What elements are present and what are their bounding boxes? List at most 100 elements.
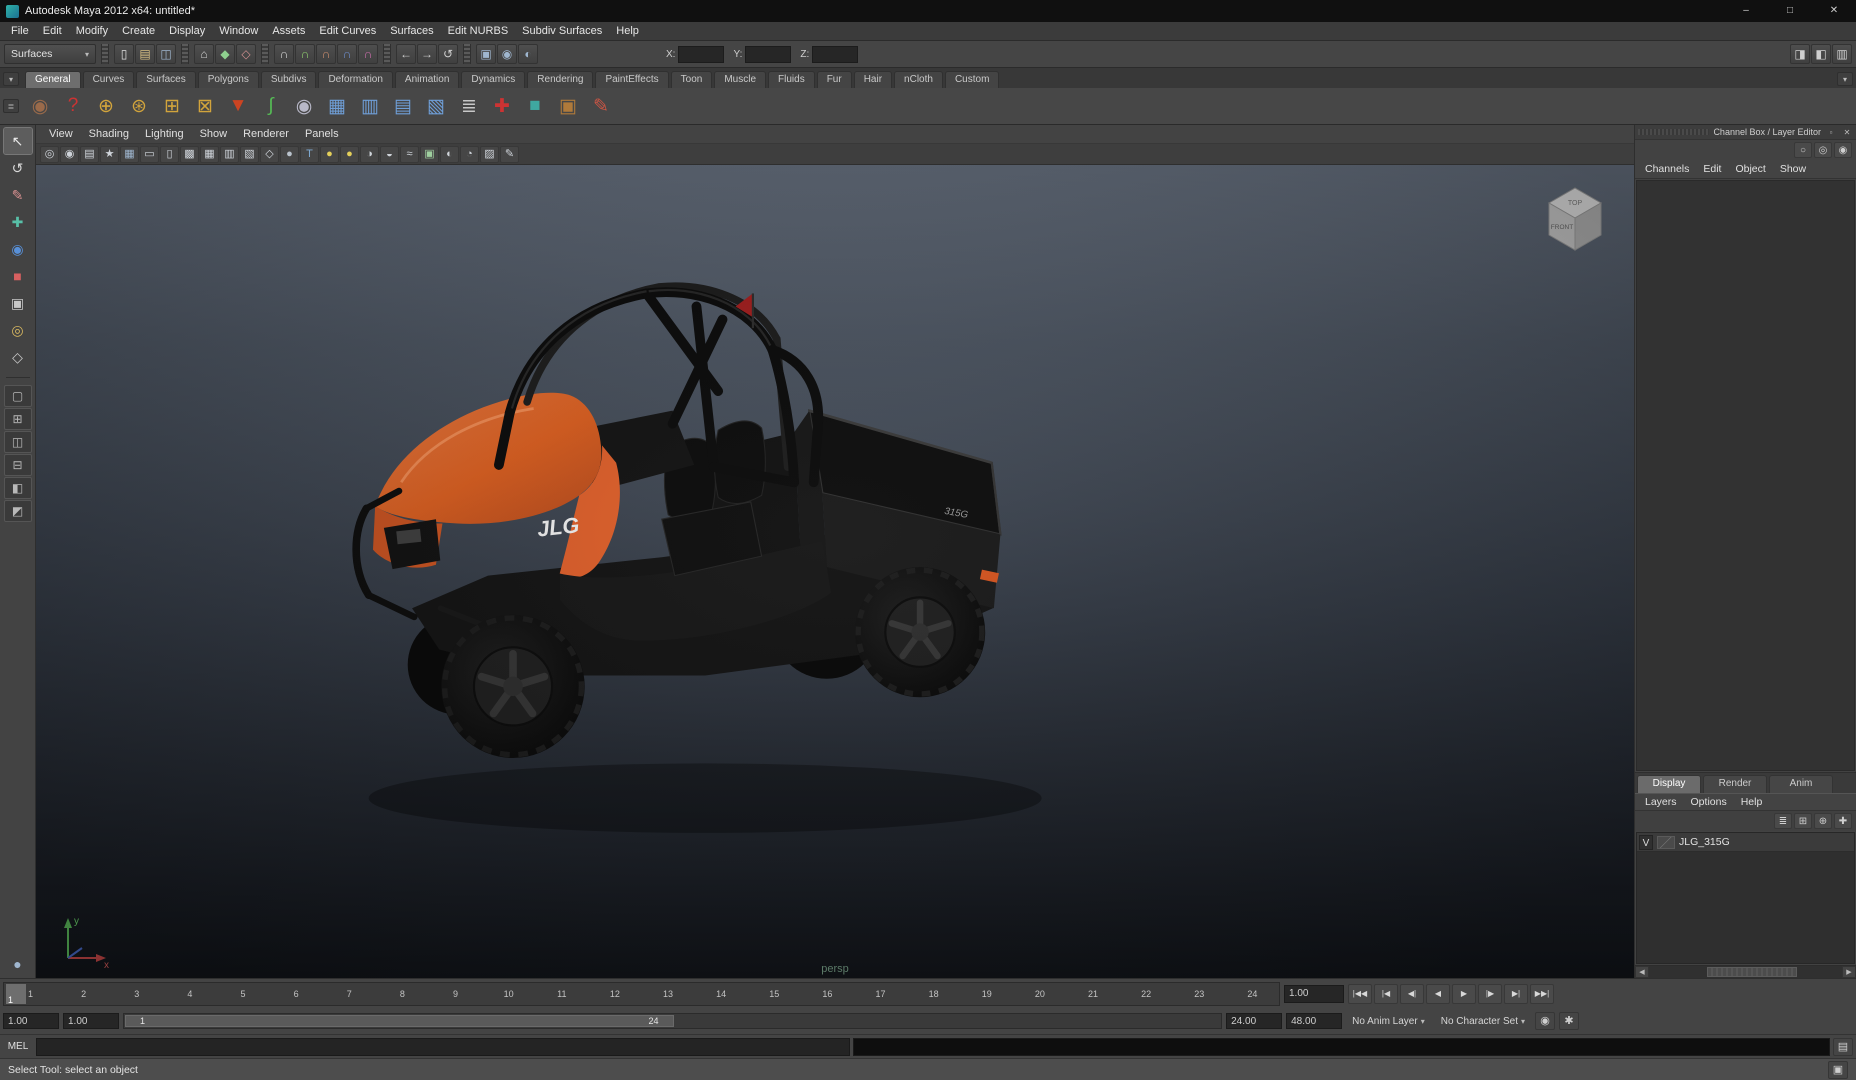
lock-camera-icon[interactable]: ◉ bbox=[60, 145, 79, 163]
current-frame-marker[interactable]: 1 bbox=[6, 983, 26, 1005]
vp-menu-panels[interactable]: Panels bbox=[298, 128, 346, 140]
shelf-tab-dynamics[interactable]: Dynamics bbox=[461, 71, 526, 88]
menu-edit-nurbs[interactable]: Edit NURBS bbox=[441, 25, 516, 37]
save-scene-icon[interactable]: ◫ bbox=[156, 44, 176, 64]
shelf-tab-polygons[interactable]: Polygons bbox=[197, 71, 259, 88]
current-time-field[interactable] bbox=[1284, 984, 1344, 1003]
go-to-end-button[interactable]: ▶▶| bbox=[1530, 983, 1554, 1004]
layer-color-swatch[interactable] bbox=[1657, 835, 1675, 849]
shelf-plane-y-icon[interactable]: ▥ bbox=[355, 91, 385, 121]
group-divider[interactable] bbox=[383, 44, 391, 64]
grease-pencil-icon[interactable]: ✎ bbox=[500, 145, 519, 163]
layout-four-pane[interactable]: ⊞ bbox=[3, 408, 32, 430]
use-default-lighting-icon[interactable]: ● bbox=[320, 145, 339, 163]
snap-point-icon[interactable]: ∩ bbox=[316, 44, 336, 64]
new-empty-layer-icon[interactable]: ⊞ bbox=[1794, 813, 1812, 829]
scroll-left-icon[interactable]: ◀ bbox=[1635, 966, 1649, 978]
manip-show-icon[interactable]: ◉ bbox=[1834, 142, 1852, 158]
select-tool[interactable]: ↖ bbox=[2, 127, 33, 155]
character-set-selector[interactable]: No Character Set ▾ bbox=[1435, 1012, 1531, 1030]
layout-single-pane[interactable]: ▢ bbox=[3, 385, 32, 407]
command-line-language-toggle[interactable]: MEL bbox=[3, 1041, 33, 1052]
shelf-cube-icon[interactable]: ■ bbox=[520, 91, 550, 121]
move-tool[interactable]: ✚ bbox=[4, 209, 32, 235]
shelf-softmod-icon[interactable]: ⊛ bbox=[124, 91, 154, 121]
group-divider[interactable] bbox=[101, 44, 109, 64]
shadows-icon[interactable]: ◑ bbox=[360, 145, 379, 163]
layout-hypershade-persp[interactable]: ◩ bbox=[3, 500, 32, 522]
vp-menu-shading[interactable]: Shading bbox=[82, 128, 136, 140]
shelf-locator-icon[interactable]: ✚ bbox=[487, 91, 517, 121]
new-scene-icon[interactable]: ▯ bbox=[114, 44, 134, 64]
shelf-help-icon[interactable]: ? bbox=[58, 91, 88, 121]
layout-persp-outliner[interactable]: ◧ bbox=[3, 477, 32, 499]
shelf-tab-painteffects[interactable]: PaintEffects bbox=[595, 71, 669, 88]
shelf-measure-icon[interactable]: ≣ bbox=[454, 91, 484, 121]
ipr-render-icon[interactable]: ◐ bbox=[518, 44, 538, 64]
animation-end-field[interactable] bbox=[1286, 1013, 1343, 1029]
manip-off-icon[interactable]: ○ bbox=[1794, 142, 1812, 158]
le-menu-options[interactable]: Options bbox=[1685, 796, 1733, 808]
use-all-lights-icon[interactable]: ● bbox=[340, 145, 359, 163]
smooth-shade-icon[interactable]: ● bbox=[280, 145, 299, 163]
shelf-renderglobe-icon[interactable]: ◉ bbox=[25, 91, 55, 121]
cb-menu-object[interactable]: Object bbox=[1729, 163, 1771, 175]
shelf-cluster-icon[interactable]: ⊕ bbox=[91, 91, 121, 121]
shelf-plane-z-icon[interactable]: ▤ bbox=[388, 91, 418, 121]
scale-tool[interactable]: ■ bbox=[4, 263, 32, 289]
open-scene-icon[interactable]: ▤ bbox=[135, 44, 155, 64]
shelf-menu-icon[interactable]: ▾ bbox=[1837, 72, 1853, 86]
film-gate-icon[interactable]: ▭ bbox=[140, 145, 159, 163]
snap-plane-icon[interactable]: ∩ bbox=[337, 44, 357, 64]
shelf-tab-rendering[interactable]: Rendering bbox=[527, 71, 594, 88]
layer-sort-icon[interactable]: ≣ bbox=[1774, 813, 1792, 829]
menu-set-selector[interactable]: Surfaces ▾ bbox=[4, 44, 96, 64]
render-current-frame-icon[interactable]: ◉ bbox=[497, 44, 517, 64]
cb-menu-channels[interactable]: Channels bbox=[1639, 163, 1695, 175]
group-divider[interactable] bbox=[181, 44, 189, 64]
shelf-plane-free-icon[interactable]: ▧ bbox=[421, 91, 451, 121]
play-backwards-button[interactable]: ◀ bbox=[1426, 983, 1450, 1004]
shelf-lattice-icon[interactable]: ⊞ bbox=[157, 91, 187, 121]
output-connections-icon[interactable]: → bbox=[417, 44, 437, 64]
manip-hidden-icon[interactable]: ◎ bbox=[1814, 142, 1832, 158]
command-line-result[interactable] bbox=[853, 1037, 1830, 1056]
safe-action-icon[interactable]: ▥ bbox=[220, 145, 239, 163]
maximize-button[interactable]: □ bbox=[1768, 0, 1812, 22]
menu-assets[interactable]: Assets bbox=[265, 25, 312, 37]
attribute-editor-toggle[interactable]: ◨ bbox=[1790, 44, 1810, 64]
soft-modification-tool[interactable]: ◎ bbox=[4, 317, 32, 343]
shelf-curve-icon[interactable]: ∫ bbox=[256, 91, 286, 121]
channel-box-body[interactable] bbox=[1636, 180, 1855, 771]
step-back-frame-button[interactable]: |◀ bbox=[1374, 983, 1398, 1004]
rotate-tool[interactable]: ◉ bbox=[4, 236, 32, 262]
shelf-tab-hair[interactable]: Hair bbox=[853, 71, 893, 88]
scrollbar-thumb[interactable] bbox=[1706, 967, 1797, 977]
menu-create[interactable]: Create bbox=[115, 25, 162, 37]
le-tab-anim[interactable]: Anim bbox=[1769, 775, 1833, 793]
pane-close-icon[interactable]: ✕ bbox=[1841, 128, 1853, 137]
last-used-tool[interactable]: ◇ bbox=[4, 344, 32, 370]
layout-two-pane-stacked[interactable]: ⊟ bbox=[3, 454, 32, 476]
safe-title-icon[interactable]: ▧ bbox=[240, 145, 259, 163]
field-chart-icon[interactable]: ▦ bbox=[200, 145, 219, 163]
menu-modify[interactable]: Modify bbox=[69, 25, 115, 37]
tool-settings-toggle[interactable]: ◧ bbox=[1811, 44, 1831, 64]
menu-window[interactable]: Window bbox=[212, 25, 265, 37]
shelf-tab-muscle[interactable]: Muscle bbox=[714, 71, 767, 88]
motion-blur-icon[interactable]: ≈ bbox=[400, 145, 419, 163]
close-button[interactable]: ✕ bbox=[1812, 0, 1856, 22]
construction-history-icon[interactable]: ↺ bbox=[438, 44, 458, 64]
playback-start-field[interactable] bbox=[63, 1013, 119, 1029]
playback-end-field[interactable] bbox=[1226, 1013, 1283, 1029]
y-input[interactable] bbox=[745, 45, 792, 63]
vp-menu-view[interactable]: View bbox=[42, 128, 80, 140]
input-connections-icon[interactable]: ← bbox=[396, 44, 416, 64]
z-input[interactable] bbox=[812, 45, 859, 63]
select-camera-icon[interactable]: ◎ bbox=[40, 145, 59, 163]
cb-menu-edit[interactable]: Edit bbox=[1697, 163, 1727, 175]
camera-attributes-icon[interactable]: ▤ bbox=[80, 145, 99, 163]
shelf-tab-toon[interactable]: Toon bbox=[670, 71, 713, 88]
shelf-tab-animation[interactable]: Animation bbox=[394, 71, 460, 88]
menu-edit[interactable]: Edit bbox=[36, 25, 69, 37]
